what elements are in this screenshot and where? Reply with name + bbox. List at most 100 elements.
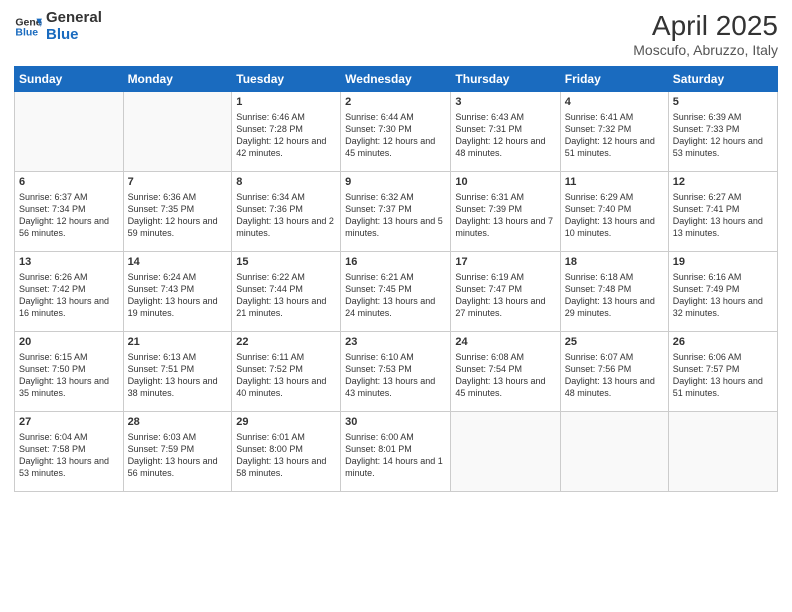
calendar-cell: 6Sunrise: 6:37 AMSunset: 7:34 PMDaylight… [15,172,124,252]
day-info: Sunrise: 6:24 AMSunset: 7:43 PMDaylight:… [128,271,228,320]
day-info: Sunrise: 6:41 AMSunset: 7:32 PMDaylight:… [565,111,664,160]
day-number: 12 [673,175,773,190]
day-info: Sunrise: 6:37 AMSunset: 7:34 PMDaylight:… [19,191,119,240]
calendar-cell [560,412,668,492]
day-number: 2 [345,95,446,110]
day-info: Sunrise: 6:01 AMSunset: 8:00 PMDaylight:… [236,431,336,480]
page-header: General Blue General Blue April 2025 Mos… [14,10,778,58]
day-number: 15 [236,255,336,270]
calendar-cell: 19Sunrise: 6:16 AMSunset: 7:49 PMDayligh… [668,252,777,332]
calendar-cell: 17Sunrise: 6:19 AMSunset: 7:47 PMDayligh… [451,252,560,332]
day-number: 24 [455,335,555,350]
day-info: Sunrise: 6:00 AMSunset: 8:01 PMDaylight:… [345,431,446,480]
day-info: Sunrise: 6:22 AMSunset: 7:44 PMDaylight:… [236,271,336,320]
calendar-day-header: Monday [123,67,232,92]
day-number: 7 [128,175,228,190]
calendar-cell: 25Sunrise: 6:07 AMSunset: 7:56 PMDayligh… [560,332,668,412]
calendar-cell: 5Sunrise: 6:39 AMSunset: 7:33 PMDaylight… [668,92,777,172]
logo-general: General [46,10,102,27]
calendar-day-header: Friday [560,67,668,92]
day-info: Sunrise: 6:27 AMSunset: 7:41 PMDaylight:… [673,191,773,240]
day-number: 22 [236,335,336,350]
calendar-cell: 13Sunrise: 6:26 AMSunset: 7:42 PMDayligh… [15,252,124,332]
calendar-day-header: Wednesday [341,67,451,92]
day-info: Sunrise: 6:04 AMSunset: 7:58 PMDaylight:… [19,431,119,480]
location: Moscufo, Abruzzo, Italy [633,42,778,58]
svg-text:Blue: Blue [15,26,38,38]
calendar-cell: 3Sunrise: 6:43 AMSunset: 7:31 PMDaylight… [451,92,560,172]
day-number: 21 [128,335,228,350]
day-info: Sunrise: 6:06 AMSunset: 7:57 PMDaylight:… [673,351,773,400]
calendar-cell: 28Sunrise: 6:03 AMSunset: 7:59 PMDayligh… [123,412,232,492]
day-number: 6 [19,175,119,190]
day-info: Sunrise: 6:32 AMSunset: 7:37 PMDaylight:… [345,191,446,240]
day-number: 17 [455,255,555,270]
calendar-day-header: Sunday [15,67,124,92]
calendar-cell: 10Sunrise: 6:31 AMSunset: 7:39 PMDayligh… [451,172,560,252]
day-info: Sunrise: 6:18 AMSunset: 7:48 PMDaylight:… [565,271,664,320]
day-number: 10 [455,175,555,190]
calendar-week-row: 27Sunrise: 6:04 AMSunset: 7:58 PMDayligh… [15,412,778,492]
day-number: 30 [345,415,446,430]
day-number: 8 [236,175,336,190]
month-title: April 2025 [633,10,778,42]
logo-blue: Blue [46,27,102,44]
calendar-cell: 26Sunrise: 6:06 AMSunset: 7:57 PMDayligh… [668,332,777,412]
day-number: 18 [565,255,664,270]
calendar-cell [15,92,124,172]
day-info: Sunrise: 6:10 AMSunset: 7:53 PMDaylight:… [345,351,446,400]
day-info: Sunrise: 6:36 AMSunset: 7:35 PMDaylight:… [128,191,228,240]
day-number: 29 [236,415,336,430]
calendar-cell: 29Sunrise: 6:01 AMSunset: 8:00 PMDayligh… [232,412,341,492]
day-number: 25 [565,335,664,350]
day-number: 16 [345,255,446,270]
calendar-day-header: Saturday [668,67,777,92]
calendar-cell: 30Sunrise: 6:00 AMSunset: 8:01 PMDayligh… [341,412,451,492]
calendar-cell: 4Sunrise: 6:41 AMSunset: 7:32 PMDaylight… [560,92,668,172]
calendar-week-row: 6Sunrise: 6:37 AMSunset: 7:34 PMDaylight… [15,172,778,252]
calendar-cell: 27Sunrise: 6:04 AMSunset: 7:58 PMDayligh… [15,412,124,492]
calendar-cell: 15Sunrise: 6:22 AMSunset: 7:44 PMDayligh… [232,252,341,332]
title-block: April 2025 Moscufo, Abruzzo, Italy [633,10,778,58]
day-number: 3 [455,95,555,110]
day-number: 26 [673,335,773,350]
day-info: Sunrise: 6:16 AMSunset: 7:49 PMDaylight:… [673,271,773,320]
calendar-cell [668,412,777,492]
calendar-cell: 12Sunrise: 6:27 AMSunset: 7:41 PMDayligh… [668,172,777,252]
day-info: Sunrise: 6:19 AMSunset: 7:47 PMDaylight:… [455,271,555,320]
calendar-cell: 23Sunrise: 6:10 AMSunset: 7:53 PMDayligh… [341,332,451,412]
day-number: 11 [565,175,664,190]
calendar-header-row: SundayMondayTuesdayWednesdayThursdayFrid… [15,67,778,92]
calendar-cell: 18Sunrise: 6:18 AMSunset: 7:48 PMDayligh… [560,252,668,332]
day-number: 5 [673,95,773,110]
day-info: Sunrise: 6:34 AMSunset: 7:36 PMDaylight:… [236,191,336,240]
calendar-table: SundayMondayTuesdayWednesdayThursdayFrid… [14,66,778,492]
day-number: 19 [673,255,773,270]
calendar-day-header: Thursday [451,67,560,92]
day-number: 27 [19,415,119,430]
day-info: Sunrise: 6:29 AMSunset: 7:40 PMDaylight:… [565,191,664,240]
calendar-cell: 2Sunrise: 6:44 AMSunset: 7:30 PMDaylight… [341,92,451,172]
day-number: 1 [236,95,336,110]
day-number: 23 [345,335,446,350]
day-info: Sunrise: 6:44 AMSunset: 7:30 PMDaylight:… [345,111,446,160]
calendar-cell: 8Sunrise: 6:34 AMSunset: 7:36 PMDaylight… [232,172,341,252]
calendar-cell [123,92,232,172]
day-info: Sunrise: 6:31 AMSunset: 7:39 PMDaylight:… [455,191,555,240]
calendar-cell: 16Sunrise: 6:21 AMSunset: 7:45 PMDayligh… [341,252,451,332]
day-info: Sunrise: 6:46 AMSunset: 7:28 PMDaylight:… [236,111,336,160]
day-number: 20 [19,335,119,350]
calendar-cell: 11Sunrise: 6:29 AMSunset: 7:40 PMDayligh… [560,172,668,252]
day-info: Sunrise: 6:26 AMSunset: 7:42 PMDaylight:… [19,271,119,320]
calendar-week-row: 13Sunrise: 6:26 AMSunset: 7:42 PMDayligh… [15,252,778,332]
day-info: Sunrise: 6:07 AMSunset: 7:56 PMDaylight:… [565,351,664,400]
day-info: Sunrise: 6:03 AMSunset: 7:59 PMDaylight:… [128,431,228,480]
calendar-cell: 21Sunrise: 6:13 AMSunset: 7:51 PMDayligh… [123,332,232,412]
calendar-day-header: Tuesday [232,67,341,92]
day-info: Sunrise: 6:13 AMSunset: 7:51 PMDaylight:… [128,351,228,400]
calendar-cell: 14Sunrise: 6:24 AMSunset: 7:43 PMDayligh… [123,252,232,332]
calendar-week-row: 20Sunrise: 6:15 AMSunset: 7:50 PMDayligh… [15,332,778,412]
day-info: Sunrise: 6:11 AMSunset: 7:52 PMDaylight:… [236,351,336,400]
day-info: Sunrise: 6:39 AMSunset: 7:33 PMDaylight:… [673,111,773,160]
calendar-cell: 20Sunrise: 6:15 AMSunset: 7:50 PMDayligh… [15,332,124,412]
